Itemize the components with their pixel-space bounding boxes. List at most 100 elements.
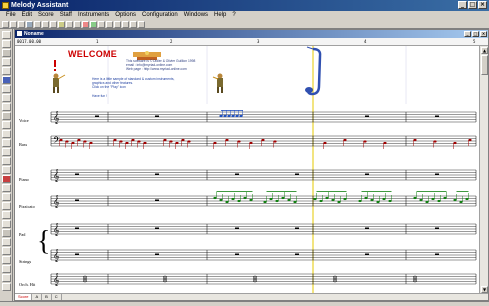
menu-score[interactable]: Score [35,11,57,20]
rest[interactable] [155,227,159,230]
beam[interactable] [221,110,243,111]
chord-note[interactable] [162,275,168,279]
note[interactable] [181,138,185,142]
note[interactable] [325,196,329,200]
menu-instruments[interactable]: Instruments [75,11,112,20]
print-icon[interactable] [26,20,33,28]
sheet-tab-a[interactable]: A [32,294,43,300]
note[interactable] [225,138,229,142]
rest[interactable] [295,227,299,230]
chord-note[interactable] [82,275,88,279]
note[interactable] [413,196,417,200]
menu-file[interactable]: File [3,11,19,20]
note[interactable] [249,141,253,145]
sheet-tab-c[interactable]: C [52,294,62,300]
rest[interactable] [435,115,439,118]
chord-note[interactable] [412,279,418,283]
doc-close-button[interactable]: × [480,31,487,37]
note[interactable] [453,141,457,145]
note[interactable] [235,114,239,118]
staff-6[interactable]: 𝄞 [50,249,477,262]
note[interactable] [237,199,241,203]
note[interactable] [459,200,463,204]
note[interactable] [249,198,253,202]
bar-ruler[interactable]: 0017.00.00 1 2 3 4 5 [15,38,488,46]
note[interactable] [83,140,87,143]
rewind-icon[interactable] [106,20,113,28]
chord-tool[interactable] [2,220,11,228]
note[interactable] [263,200,267,204]
chord-note[interactable] [332,275,338,279]
rest[interactable] [75,199,79,202]
staff-4[interactable]: 𝄞 [50,195,477,208]
save-icon[interactable] [18,20,25,28]
note[interactable] [231,197,235,201]
stop-icon[interactable] [98,20,105,28]
note[interactable] [425,200,429,204]
staff-2[interactable]: 𝄢 [50,135,477,148]
note[interactable] [125,141,129,145]
beam[interactable] [456,191,469,192]
rest[interactable] [235,173,239,176]
note[interactable] [77,138,81,142]
natural-tool[interactable] [2,112,11,120]
note[interactable] [343,197,347,201]
tempo-tool[interactable] [2,202,11,210]
note[interactable] [131,138,135,142]
play-icon[interactable] [90,20,97,28]
note[interactable] [89,141,93,145]
rest[interactable] [75,253,79,256]
eighth-note-tool[interactable] [2,58,11,66]
menu-configuration[interactable]: Configuration [139,11,181,20]
select-tool[interactable] [2,247,11,255]
rest[interactable] [365,227,369,230]
menu-help[interactable]: Help [211,11,229,20]
rest[interactable] [365,115,369,118]
note[interactable] [225,200,229,204]
rest[interactable] [75,227,79,230]
note[interactable] [319,199,323,203]
staff-7[interactable]: 𝄞 [50,273,477,286]
dotted-tool[interactable] [2,76,11,84]
sheet-tab-score[interactable]: Score [15,294,33,300]
chord-note[interactable] [332,279,338,283]
rest[interactable] [95,115,99,118]
vertical-scrollbar[interactable]: ▲ ▼ [479,46,488,294]
close-button[interactable]: × [478,1,487,9]
bar-tool[interactable] [2,166,11,174]
lyrics-tool[interactable] [2,229,11,237]
staff-3[interactable]: 𝄞 [50,169,477,182]
note[interactable] [364,196,368,200]
note[interactable] [363,140,367,143]
note[interactable] [453,198,457,202]
rest[interactable] [155,115,159,118]
note[interactable] [293,200,297,204]
sheet-tab-b[interactable]: B [42,294,52,300]
sharp-tool[interactable] [2,94,11,102]
chord-note[interactable] [252,275,258,279]
note[interactable] [431,197,435,201]
doc-minimize-button[interactable]: _ [464,31,471,37]
staff-1[interactable]: 𝄞 [50,111,477,124]
staff-5[interactable]: 𝄞 [50,223,477,236]
hand-tool[interactable] [2,265,11,273]
note[interactable] [243,196,247,200]
menu-options[interactable]: Options [112,11,139,20]
note[interactable] [119,140,123,143]
note[interactable] [187,140,191,143]
staccato-tool[interactable] [2,139,11,147]
staff-label-voice[interactable]: Voice [19,118,29,123]
doc-maximize-button[interactable]: □ [472,31,479,37]
rest[interactable] [365,253,369,256]
quarter-note-tool[interactable] [2,49,11,57]
erase-tool[interactable] [2,175,11,183]
note[interactable] [143,141,147,145]
note[interactable] [175,141,179,145]
accent-tool[interactable] [2,148,11,156]
chord-note[interactable] [412,275,418,279]
new-file-icon[interactable] [2,20,9,28]
slur-tool[interactable] [2,130,11,138]
menu-about[interactable]: ? [229,11,238,20]
chord-icon[interactable] [74,20,81,28]
open-file-icon[interactable] [10,20,17,28]
